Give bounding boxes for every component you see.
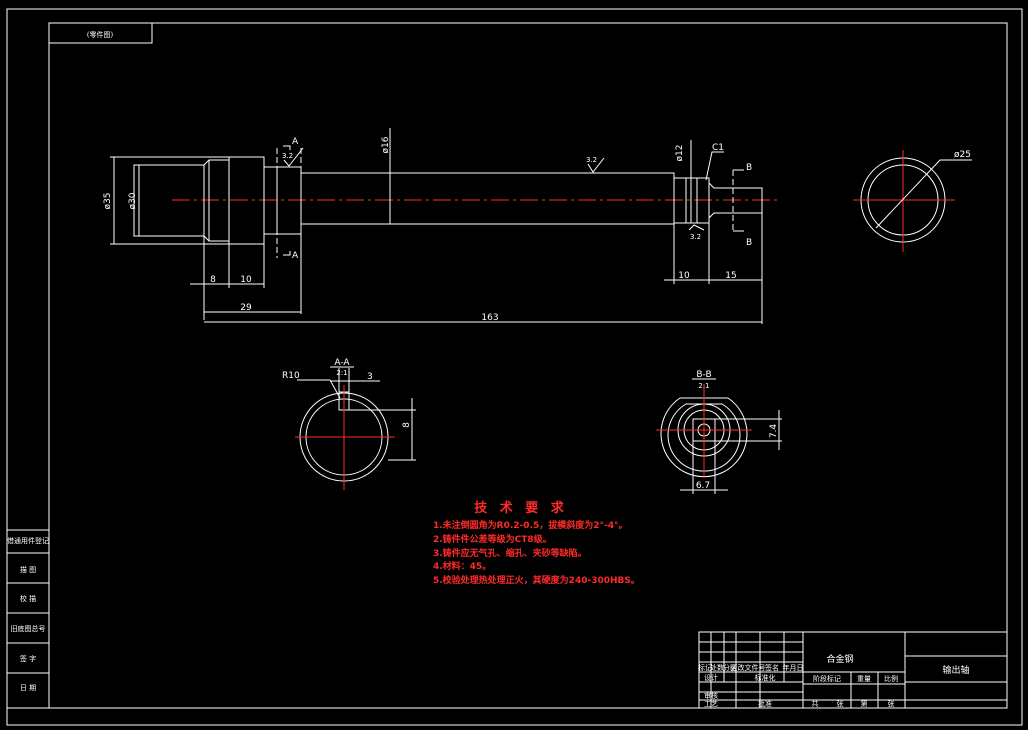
bb-height: 7.4 xyxy=(769,424,779,439)
tb-sheet-unit-2: 张 xyxy=(888,699,895,708)
tb-scale: 比例 xyxy=(884,674,898,683)
strip-2: 描 图 xyxy=(20,565,36,574)
tb-weight: 重量 xyxy=(857,675,871,683)
section-b-b: B-B 2:1 7.4 6.7 xyxy=(656,370,782,494)
section-mark-a-top: A xyxy=(292,137,299,147)
bb-width: 6.7 xyxy=(696,481,710,491)
section-mark-a-bottom: A xyxy=(292,251,299,261)
roughness-1: 3.2 xyxy=(282,152,293,160)
chamfer-c1: C1 xyxy=(712,143,724,153)
aa-key-width: 3 xyxy=(367,372,373,382)
section-mark-b-bottom: B xyxy=(746,238,752,248)
tb-design: 设计 xyxy=(704,673,718,682)
tb-date: 年月日 xyxy=(783,663,804,672)
dim-8: 8 xyxy=(210,275,216,285)
tb-approve: 批准 xyxy=(758,699,772,708)
tech-req-item-3: 3.铸件应无气孔、缩孔、夹砂等缺陷。 xyxy=(433,547,587,559)
dim-d12: ø12 xyxy=(675,145,685,162)
dim-d30: ø30 xyxy=(128,192,138,209)
dim-163: 163 xyxy=(481,313,498,323)
bb-scale: 2:1 xyxy=(698,382,709,390)
tb-material: 合金钢 xyxy=(826,653,853,665)
strip-4: 旧底图总号 xyxy=(11,624,46,633)
strip-1: 借通用件登记 xyxy=(7,536,49,545)
aa-scale: 2:1 xyxy=(336,369,347,377)
tb-sheet-unit-1: 张 xyxy=(837,699,844,708)
end-view: ø25 xyxy=(853,150,972,252)
tb-stage: 阶段标记 xyxy=(813,674,841,683)
section-mark-b-top: B xyxy=(746,163,752,173)
tb-standardize: 标准化 xyxy=(755,673,776,682)
tb-change: 更改文件号 xyxy=(731,663,766,672)
dim-15: 15 xyxy=(725,271,736,281)
top-left-label: (零件图) xyxy=(87,30,114,39)
roughness-3: 3.2 xyxy=(690,233,701,241)
strip-5: 签 字 xyxy=(20,654,36,663)
tb-sign: 签名 xyxy=(765,663,779,672)
tb-sheet-no: 第 xyxy=(861,699,868,708)
inner-border xyxy=(48,22,1008,709)
cad-drawing: (零件图) A A B B ø35 ø30 ø16 ø12 C1 8 10 29… xyxy=(6,8,1023,726)
tb-sheet-total: 共 xyxy=(812,699,819,708)
tb-part-name: 输出轴 xyxy=(942,664,969,676)
section-a-a: A-A 2:1 3 R10 8 xyxy=(282,358,416,490)
tb-process: 工艺 xyxy=(704,700,718,708)
aa-depth: 8 xyxy=(402,422,412,428)
dim-d25: ø25 xyxy=(954,150,971,160)
dim-10-right: 10 xyxy=(678,271,690,281)
tech-req-item-1: 1.未注倒圆角为R0.2-0.5，拔模斜度为2°-4°。 xyxy=(433,519,628,531)
dim-29: 29 xyxy=(240,303,252,313)
tech-requirements: 技 术 要 求 1.未注倒圆角为R0.2-0.5，拔模斜度为2°-4°。 2.铸… xyxy=(433,500,640,586)
outer-border xyxy=(6,8,1023,726)
tech-req-item-5: 5.校验处理热处理正火，其硬度为240-300HBS。 xyxy=(433,574,640,586)
dim-d16: ø16 xyxy=(381,136,391,153)
left-strip: 借通用件登记 描 图 校 描 旧底图总号 签 字 日 期 xyxy=(6,529,50,709)
dim-10-left: 10 xyxy=(240,275,252,285)
strip-3: 校 描 xyxy=(20,594,36,603)
strip-6: 日 期 xyxy=(20,684,36,692)
title-block: 标记 处数 分区 更改文件号 签名 年月日 设计 标准化 审核 工艺 批准 合金… xyxy=(698,631,1008,709)
dim-d35: ø35 xyxy=(103,193,113,210)
tb-review: 审核 xyxy=(704,691,718,700)
tech-req-title: 技 术 要 求 xyxy=(474,500,568,516)
roughness-2: 3.2 xyxy=(586,156,597,164)
tech-req-item-4: 4.材料：45。 xyxy=(433,560,491,572)
main-dimensions: ø35 ø30 ø16 ø12 C1 8 10 29 163 10 15 3.2… xyxy=(103,128,763,324)
tb-count: 处数 xyxy=(710,663,724,672)
tech-req-item-2: 2.铸件件公差等级为CT8级。 xyxy=(433,533,552,545)
aa-radius: R10 xyxy=(282,371,300,381)
